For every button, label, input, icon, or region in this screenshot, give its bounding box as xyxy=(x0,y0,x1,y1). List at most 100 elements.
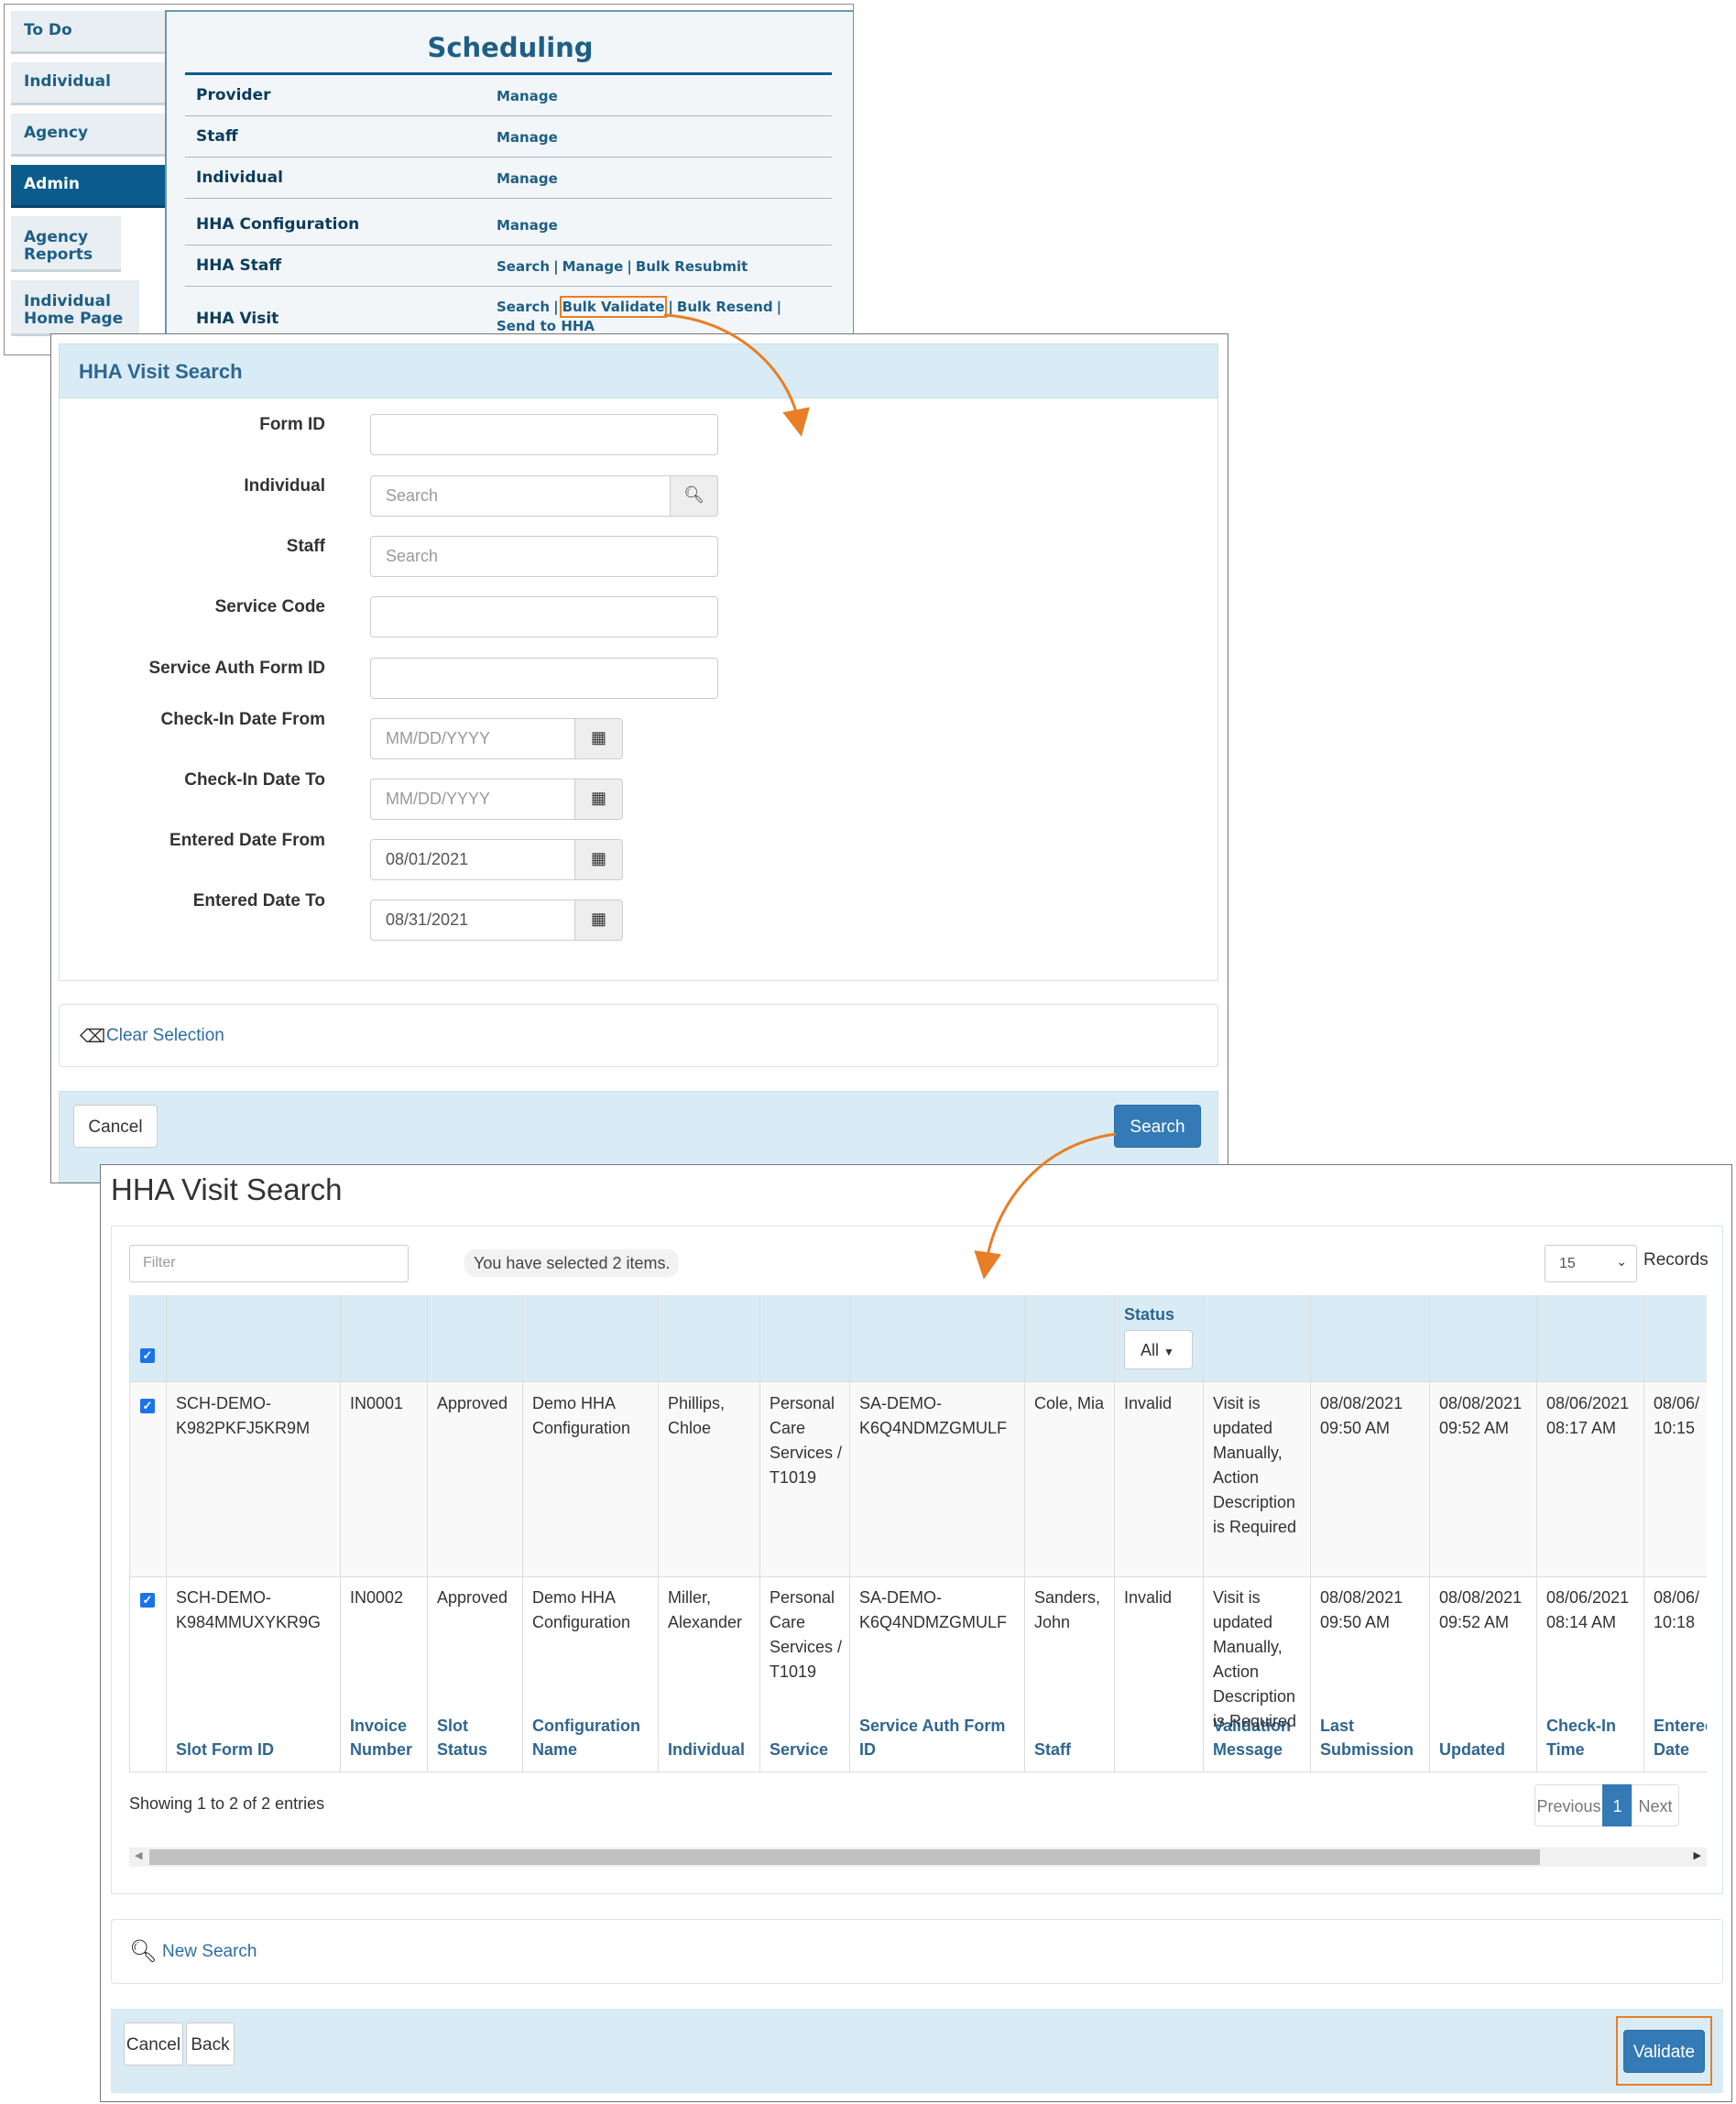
header-slot-form-id[interactable]: Slot Form ID xyxy=(176,1738,274,1761)
cancel-button[interactable]: Cancel xyxy=(73,1105,158,1148)
cell-validation: Visit is updated Manually, Action Descri… xyxy=(1213,1588,1297,1730)
cell-updated: 08/08/2021 09:52 AM xyxy=(1439,1588,1523,1631)
row-hha-configuration: HHA Configuration Manage xyxy=(185,199,832,245)
header-service-auth-form-id[interactable]: Service Auth Form ID xyxy=(859,1714,1024,1761)
cell-service-auth: SA-DEMO-K6Q4NDMZGMULF xyxy=(859,1588,1008,1631)
header-service[interactable]: Service xyxy=(770,1738,828,1761)
header-last-submission[interactable]: Last Submission xyxy=(1320,1714,1430,1761)
sidebar-item-agency-reports[interactable]: Agency Reports xyxy=(11,216,121,272)
individual-search-button[interactable]: 🔍︎ xyxy=(670,475,718,517)
scheduling-title: Scheduling xyxy=(427,32,594,63)
horizontal-scrollbar[interactable]: ◀ ▶ xyxy=(129,1848,1707,1867)
calendar-icon: ▦ xyxy=(590,849,606,867)
row-label: HHA Visit xyxy=(196,310,279,328)
records-per-page-select[interactable]: 15 ⌄ xyxy=(1545,1245,1637,1282)
cancel-button[interactable]: Cancel xyxy=(124,2022,183,2066)
link-manage[interactable]: Manage xyxy=(562,258,624,275)
entered-date-to-picker[interactable]: ▦ xyxy=(574,899,623,941)
link-manage[interactable]: Manage xyxy=(497,170,558,187)
service-auth-form-id-input[interactable] xyxy=(370,658,718,699)
entered-date-from-input[interactable]: 08/01/2021 xyxy=(370,839,575,880)
back-button[interactable]: Back xyxy=(186,2022,235,2066)
pagination-next[interactable]: Next xyxy=(1632,1784,1679,1826)
header-updated[interactable]: Updated xyxy=(1439,1738,1505,1761)
sidebar-item-individual-home-page[interactable]: Individual Home Page xyxy=(11,280,139,336)
clear-selection-link[interactable]: Clear Selection xyxy=(106,1026,224,1046)
checkin-date-to-picker[interactable]: ▦ xyxy=(574,779,623,820)
form-body: Form ID Individual Search 🔍︎ Staff Searc… xyxy=(59,398,1218,981)
sidebar-item-admin[interactable]: Admin xyxy=(11,165,165,208)
column-slot-status: Slot Status Approved Approved xyxy=(428,1295,523,1772)
select-all-checkbox[interactable]: ✓ xyxy=(140,1348,155,1363)
row-checkbox[interactable]: ✓ xyxy=(140,1593,155,1608)
validate-button[interactable]: Validate xyxy=(1623,2030,1705,2073)
pagination-page-1[interactable]: 1 xyxy=(1602,1784,1632,1826)
scroll-left-icon[interactable]: ◀ xyxy=(135,1849,142,1861)
cell-staff: Sanders, John xyxy=(1034,1588,1101,1631)
form-id-input[interactable] xyxy=(370,414,718,455)
column-updated: Updated 08/08/2021 09:52 AM 08/08/2021 0… xyxy=(1430,1295,1537,1772)
link-bulk-resubmit[interactable]: Bulk Resubmit xyxy=(636,258,748,275)
link-manage[interactable]: Manage xyxy=(497,129,558,146)
cell-checkin: 08/06/2021 08:14 AM xyxy=(1546,1588,1630,1631)
new-search-panel: 🔍︎ New Search xyxy=(111,1919,1723,1984)
cell-entered: 08/06/ 10:18 xyxy=(1654,1588,1700,1631)
sidebar-item-to-do[interactable]: To Do xyxy=(11,11,165,54)
row-checkbox[interactable]: ✓ xyxy=(140,1399,155,1413)
header-status[interactable]: Status xyxy=(1124,1303,1174,1326)
link-search[interactable]: Search xyxy=(497,258,550,275)
header-slot-status[interactable]: Slot Status xyxy=(437,1714,492,1761)
cell-invoice: IN0001 xyxy=(350,1394,404,1412)
entered-date-to-input[interactable]: 08/31/2021 xyxy=(370,899,575,941)
column-last-submission: Last Submission 08/08/2021 09:50 AM 08/0… xyxy=(1311,1295,1430,1772)
search-button[interactable]: Search xyxy=(1114,1105,1201,1148)
pagination-previous[interactable]: Previous xyxy=(1534,1784,1603,1826)
calendar-icon: ▦ xyxy=(590,789,606,807)
checkin-date-to-input[interactable]: MM/DD/YYYY xyxy=(370,779,575,820)
link-manage[interactable]: Manage xyxy=(497,217,558,234)
checkin-date-from-input[interactable]: MM/DD/YYYY xyxy=(370,718,575,759)
header-configuration-name[interactable]: Configuration Name xyxy=(532,1714,656,1761)
results-button-bar: Cancel Back Validate xyxy=(111,2009,1723,2093)
service-code-input[interactable] xyxy=(370,596,718,638)
scrollbar-thumb[interactable] xyxy=(149,1849,1540,1865)
cell-slot-status: Approved xyxy=(437,1588,508,1607)
individual-input[interactable]: Search xyxy=(370,475,671,517)
header-staff[interactable]: Staff xyxy=(1034,1738,1071,1761)
header-entered-date[interactable]: Entered Date xyxy=(1654,1714,1707,1761)
new-search-link[interactable]: New Search xyxy=(162,1942,257,1962)
link-send-to-hha[interactable]: Send to HHA xyxy=(497,318,595,334)
header-invoice-number[interactable]: Invoice Number xyxy=(350,1714,423,1761)
sidebar-item-individual[interactable]: Individual xyxy=(11,62,165,105)
row-label: HHA Staff xyxy=(196,256,282,275)
header-individual[interactable]: Individual xyxy=(668,1738,745,1761)
header-checkin-time[interactable]: Check-In Time xyxy=(1546,1714,1638,1761)
individual-label: Individual xyxy=(244,476,325,496)
status-filter-value: All xyxy=(1141,1341,1160,1359)
cell-entered: 08/06/ 10:15 xyxy=(1654,1394,1700,1437)
link-manage[interactable]: Manage xyxy=(497,88,558,104)
column-staff: Staff Cole, Mia Sanders, John xyxy=(1025,1295,1115,1772)
cell-slot-form-id: SCH-DEMO-K982PKFJ5KR9M xyxy=(176,1394,311,1437)
filter-input[interactable]: Filter xyxy=(129,1245,409,1282)
column-configuration-name: Configuration Name Demo HHA Configuratio… xyxy=(523,1295,659,1772)
link-bulk-resend[interactable]: Bulk Resend xyxy=(677,299,773,315)
link-bulk-validate[interactable]: Bulk Validate xyxy=(559,296,668,318)
checkin-date-from-picker[interactable]: ▦ xyxy=(574,718,623,759)
scroll-right-icon[interactable]: ▶ xyxy=(1694,1849,1701,1861)
cell-status: Invalid xyxy=(1124,1588,1173,1607)
sidebar-item-agency[interactable]: Agency xyxy=(11,114,165,157)
staff-input[interactable]: Search xyxy=(370,536,718,577)
entered-date-from-picker[interactable]: ▦ xyxy=(574,839,623,880)
records-value: 15 xyxy=(1559,1256,1576,1271)
cell-service: Personal Care Services / T1019 xyxy=(770,1394,843,1487)
cell-last-submission: 08/08/2021 09:50 AM xyxy=(1320,1588,1403,1631)
status-filter-dropdown[interactable]: All ▼ xyxy=(1124,1330,1193,1369)
cell-individual: Phillips, Chloe xyxy=(668,1394,726,1437)
column-service-auth-form-id: Service Auth Form ID SA-DEMO-K6Q4NDMZGMU… xyxy=(850,1295,1025,1772)
scheduling-panel: Scheduling Provider Manage Staff Manage … xyxy=(165,10,853,354)
entered-date-to-label: Entered Date To xyxy=(192,891,325,910)
link-search[interactable]: Search xyxy=(497,299,550,315)
scheduling-sidebar: To Do Individual Agency Admin Agency Rep… xyxy=(11,11,165,344)
form-id-label: Form ID xyxy=(259,415,325,434)
